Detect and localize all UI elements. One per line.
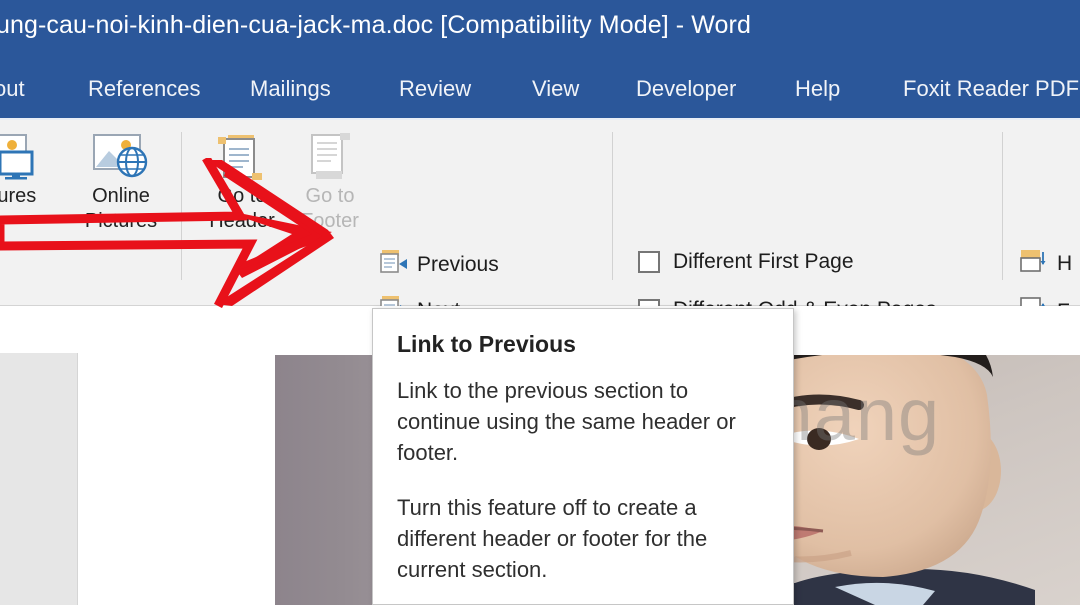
pictures-label-line1: ctures — [0, 185, 37, 207]
ribbon-tab-strip: out References Mailings Review View Developer… — [0, 57, 1080, 118]
different-first-page-label: Different First Page — [673, 250, 854, 273]
group-separator-navigation — [612, 132, 613, 280]
go-to-header-label-line1: Go to — [217, 185, 267, 207]
tooltip-paragraph-2: Turn this feature off to create a differ… — [397, 495, 708, 582]
online-pictures-label-line2: Pictures — [84, 210, 158, 232]
online-pictures-label-line1: Online — [92, 185, 150, 207]
go-to-footer-icon — [284, 130, 376, 184]
tooltip-link-to-previous: Link to Previous Link to the previous se… — [372, 308, 794, 605]
pictures-icon — [0, 130, 64, 184]
different-first-page-checkbox[interactable] — [638, 251, 660, 273]
tooltip-paragraph-gap — [397, 468, 767, 492]
different-first-page-row[interactable]: Different First Page — [638, 250, 854, 274]
word-window: ung-cau-noi-kinh-dien-cua-jack-ma.doc [C… — [0, 0, 1080, 605]
tooltip-paragraph-1: Link to the previous section to continue… — [397, 378, 736, 465]
ribbon-tab-mailings[interactable]: Mailings — [250, 76, 331, 102]
group-separator-options — [1002, 132, 1003, 280]
ribbon-tab-view[interactable]: View — [532, 76, 579, 102]
pictures-button[interactable]: ctures — [0, 130, 64, 209]
ribbon-tab-help[interactable]: Help — [795, 76, 840, 102]
header-from-top-icon — [1018, 248, 1048, 279]
window-title: ung-cau-noi-kinh-dien-cua-jack-ma.doc [C… — [0, 11, 751, 39]
left-gutter — [0, 353, 78, 605]
group-separator-insert — [181, 132, 182, 280]
header-from-top-button[interactable]: H — [1018, 248, 1072, 279]
header-from-top-label: H — [1057, 251, 1073, 275]
ribbon-tab-out[interactable]: out — [0, 76, 25, 102]
previous-label: Previous — [417, 252, 499, 276]
ribbon-tab-developer[interactable]: Developer — [636, 76, 736, 102]
ribbon-top-hairline — [0, 118, 1080, 120]
go-to-footer-button[interactable]: Go to Footer — [284, 130, 376, 234]
title-bar: ung-cau-noi-kinh-dien-cua-jack-ma.doc [C… — [0, 0, 1080, 57]
go-to-header-icon — [196, 130, 288, 184]
ribbon-tab-review[interactable]: Review — [399, 76, 471, 102]
online-pictures-button[interactable]: Online Pictures — [62, 130, 180, 234]
go-to-header-label-line2: Header — [209, 210, 275, 232]
ribbon-tab-references[interactable]: References — [88, 76, 201, 102]
go-to-footer-label-line2: Footer — [301, 210, 359, 232]
previous-button[interactable]: Previous — [378, 249, 499, 280]
go-to-footer-label-line1: Go to — [305, 185, 355, 207]
tooltip-title: Link to Previous — [397, 331, 576, 357]
ribbon: ctures Online Pictures — [0, 118, 1080, 417]
online-pictures-icon — [62, 130, 180, 184]
previous-icon — [378, 249, 408, 280]
ribbon-tab-foxit-reader-pdf[interactable]: Foxit Reader PDF — [903, 76, 1079, 102]
go-to-header-button[interactable]: Go to Header — [196, 130, 288, 234]
